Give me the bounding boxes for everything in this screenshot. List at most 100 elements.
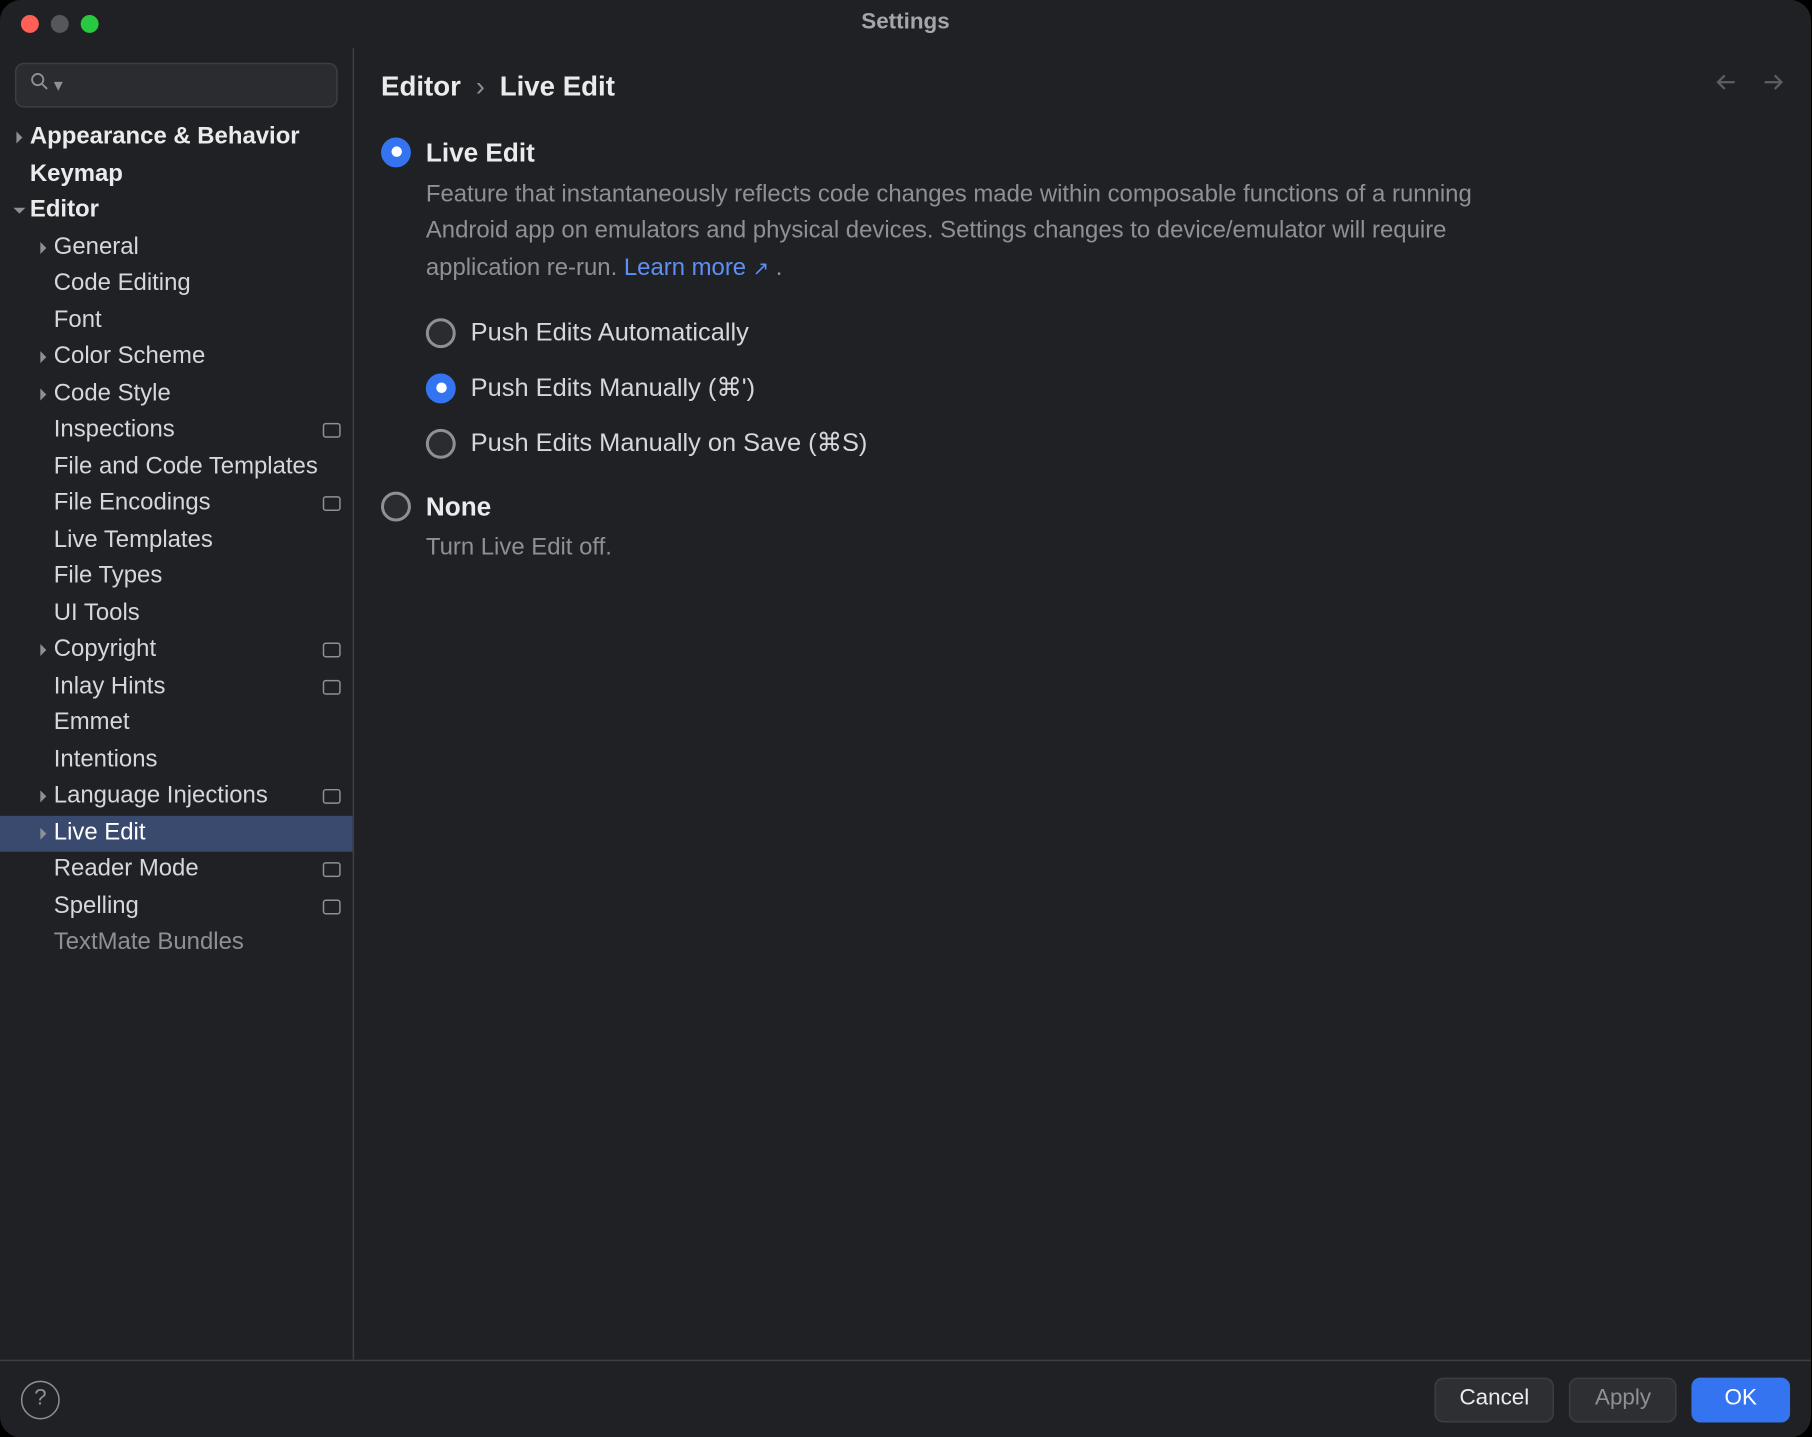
sidebar-item-label: Live Templates [54, 524, 341, 556]
sidebar-item-label: File and Code Templates [54, 451, 341, 483]
sidebar-item-label: Editor [30, 195, 341, 227]
cancel-button[interactable]: Cancel [1434, 1377, 1555, 1422]
sidebar-item-code-style[interactable]: Code Style [0, 376, 353, 413]
scope-badge-icon [323, 496, 341, 511]
scope-badge-icon [323, 423, 341, 438]
sidebar-item-label: Inspections [54, 415, 317, 447]
scope-badge-icon [323, 679, 341, 694]
search-dropdown-icon[interactable]: ▾ [54, 73, 63, 97]
settings-content: Live Edit Feature that instantaneously r… [354, 115, 1811, 1360]
breadcrumb-root[interactable]: Editor [381, 69, 461, 106]
scope-badge-icon [323, 789, 341, 804]
nav-forward-icon[interactable] [1760, 69, 1787, 106]
sidebar-item-appearance-behavior[interactable]: Appearance & Behavior [0, 120, 353, 157]
sidebar-item-label: File Encodings [54, 488, 317, 520]
radio-none[interactable]: None Turn Live Edit off. [381, 481, 1784, 577]
sidebar-item-code-editing[interactable]: Code Editing [0, 266, 353, 303]
sidebar-item-label: TextMate Bundles [54, 927, 341, 959]
sidebar-item-label: Emmet [54, 707, 341, 739]
chevron-right-icon [33, 826, 54, 841]
sidebar-item-label: Intentions [54, 744, 341, 776]
radio-push-manual[interactable]: Push Edits Manually (⌘') [426, 361, 1784, 416]
sidebar-item-label: UI Tools [54, 598, 341, 630]
nav-back-icon[interactable] [1712, 69, 1739, 106]
sidebar-item-label: Reader Mode [54, 854, 317, 886]
sidebar-item-label: Font [54, 305, 341, 337]
chevron-down-icon [9, 204, 30, 219]
sidebar-item-emmet[interactable]: Emmet [0, 705, 353, 742]
radio-label: Push Edits Automatically [471, 317, 749, 351]
radio-label: Push Edits Manually (⌘') [471, 372, 755, 406]
settings-sidebar: ▾ Appearance & Behavior Keymap Editor Gener… [0, 48, 354, 1360]
search-input[interactable] [69, 71, 372, 99]
radio-description: Turn Live Edit off. [426, 531, 612, 568]
sidebar-item-label: Code Style [54, 378, 341, 410]
chevron-right-icon [33, 789, 54, 804]
sidebar-item-file-types[interactable]: File Types [0, 559, 353, 596]
breadcrumb-separator-icon: › [476, 69, 485, 105]
settings-tree: Appearance & Behavior Keymap Editor General… [0, 117, 353, 1360]
body: ▾ Appearance & Behavior Keymap Editor Gener… [0, 48, 1811, 1360]
sidebar-item-editor[interactable]: Editor [0, 193, 353, 230]
apply-button[interactable]: Apply [1570, 1377, 1677, 1422]
chevron-right-icon [9, 130, 30, 145]
sidebar-item-language-injections[interactable]: Language Injections [0, 778, 353, 815]
chevron-right-icon [33, 387, 54, 402]
sidebar-item-keymap[interactable]: Keymap [0, 156, 353, 193]
sidebar-item-label: Language Injections [54, 781, 317, 813]
radio-description: Feature that instantaneously reflects co… [426, 177, 1502, 288]
settings-window: Settings ▾ Appearance & Behavior Keymap Ed… [0, 0, 1811, 1437]
sidebar-item-inlay-hints[interactable]: Inlay Hints [0, 669, 353, 706]
sidebar-item-reader-mode[interactable]: Reader Mode [0, 852, 353, 889]
sidebar-item-copyright[interactable]: Copyright [0, 632, 353, 669]
sidebar-search[interactable]: ▾ [15, 63, 338, 108]
help-button[interactable]: ? [21, 1380, 60, 1419]
sidebar-item-font[interactable]: Font [0, 303, 353, 340]
radio-icon [426, 373, 456, 403]
radio-live-edit[interactable]: Live Edit Feature that instantaneously r… [381, 127, 1784, 297]
sidebar-item-file-and-code-templates[interactable]: File and Code Templates [0, 449, 353, 486]
sidebar-item-label: Code Editing [54, 268, 341, 300]
dialog-footer: ? Cancel Apply OK [0, 1360, 1811, 1437]
chevron-right-icon [33, 350, 54, 365]
sidebar-item-label: Copyright [54, 634, 317, 666]
scope-badge-icon [323, 863, 341, 878]
sidebar-item-label: Spelling [54, 890, 317, 922]
chevron-right-icon [33, 643, 54, 658]
learn-more-link[interactable]: Learn more ↗ [624, 256, 769, 281]
scope-badge-icon [323, 899, 341, 914]
sidebar-item-ui-tools[interactable]: UI Tools [0, 595, 353, 632]
radio-icon [381, 137, 411, 167]
sidebar-item-label: Keymap [30, 158, 341, 190]
sidebar-item-textmate-bundles[interactable]: TextMate Bundles [0, 925, 353, 962]
sidebar-item-spelling[interactable]: Spelling [0, 888, 353, 925]
radio-push-save[interactable]: Push Edits Manually on Save (⌘S) [426, 417, 1784, 472]
chevron-right-icon [33, 240, 54, 255]
nav-arrows [1712, 69, 1787, 106]
breadcrumb: Editor › Live Edit [354, 48, 1811, 115]
radio-label: Push Edits Manually on Save (⌘S) [471, 427, 868, 461]
breadcrumb-leaf: Live Edit [500, 69, 615, 106]
sidebar-item-label: Inlay Hints [54, 671, 317, 703]
live-edit-subopts: Push Edits Automatically Push Edits Manu… [426, 306, 1784, 472]
sidebar-item-file-encodings[interactable]: File Encodings [0, 486, 353, 523]
sidebar-item-general[interactable]: General [0, 229, 353, 266]
radio-icon [381, 491, 411, 521]
ok-button[interactable]: OK [1691, 1377, 1790, 1422]
sidebar-item-label: Live Edit [54, 817, 341, 849]
settings-main: Editor › Live Edit Live Edit Feature tha… [354, 48, 1811, 1360]
titlebar: Settings [0, 0, 1811, 48]
sidebar-item-label: General [54, 232, 341, 264]
sidebar-item-intentions[interactable]: Intentions [0, 742, 353, 779]
radio-icon [426, 318, 456, 348]
sidebar-item-live-edit[interactable]: Live Edit [0, 815, 353, 852]
sidebar-item-live-templates[interactable]: Live Templates [0, 522, 353, 559]
window-title: Settings [0, 8, 1811, 38]
sidebar-item-inspections[interactable]: Inspections [0, 412, 353, 449]
sidebar-item-label: File Types [54, 561, 341, 593]
radio-label: Live Edit [426, 136, 1502, 171]
scope-badge-icon [323, 643, 341, 658]
sidebar-item-color-scheme[interactable]: Color Scheme [0, 339, 353, 376]
sidebar-item-label: Appearance & Behavior [30, 122, 341, 154]
radio-push-auto[interactable]: Push Edits Automatically [426, 306, 1784, 361]
